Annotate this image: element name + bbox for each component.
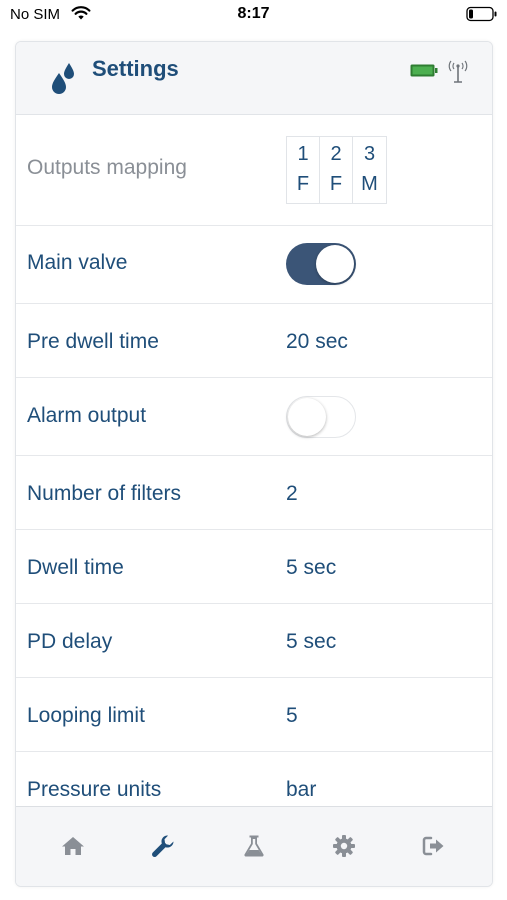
row-value: 2 [286,482,298,505]
tab-bar [16,806,492,886]
logout-icon [422,836,444,856]
outputs-mapping-grid: 1F 2F 3M [286,136,387,204]
flask-icon [244,835,264,857]
tab-home[interactable] [60,833,86,859]
row-dwell-time[interactable]: Dwell time 5 sec [16,530,492,604]
tab-lab[interactable] [241,833,267,859]
battery-low-icon [466,6,497,22]
home-icon [62,837,84,855]
row-label: Pre dwell time [27,330,159,353]
row-pressure-units[interactable]: Pressure units bar [16,752,492,806]
tab-settings-tools[interactable] [150,833,176,859]
settings-list[interactable]: Outputs mapping 1F 2F 3M Main valve Pre … [16,116,492,806]
header: Settings [16,42,492,115]
row-label: Outputs mapping [27,156,187,179]
row-value: 5 sec [286,630,337,653]
status-bar: No SIM 8:17 [0,0,507,30]
row-value: bar [286,778,317,801]
row-label: PD delay [27,630,113,653]
mapping-cell: 1F [287,137,320,203]
row-label: Pressure units [27,778,162,801]
row-label: Dwell time [27,556,124,579]
row-alarm-output: Alarm output [16,378,492,456]
row-outputs-mapping: Outputs mapping 1F 2F 3M [16,116,492,226]
main-valve-toggle[interactable] [286,243,356,285]
status-time: 8:17 [237,5,270,22]
mapping-cell: 3M [361,143,378,195]
wrench-icon [152,835,174,857]
toggle-knob [316,245,354,283]
tab-configuration[interactable] [331,833,357,859]
row-value: 5 [286,704,298,727]
row-label: Alarm output [27,404,147,427]
row-main-valve: Main valve [16,226,492,304]
row-pre-dwell-time[interactable]: Pre dwell time 20 sec [16,304,492,378]
mapping-cell: 2F [320,137,353,203]
tab-logout[interactable] [421,833,447,859]
page-title: Settings [92,56,179,81]
row-number-of-filters[interactable]: Number of filters 2 [16,456,492,530]
row-value: 5 sec [286,556,337,579]
row-label: Main valve [27,251,128,274]
row-value: 20 sec [286,330,348,353]
battery-full-icon [410,64,438,77]
row-looping-limit[interactable]: Looping limit 5 [16,678,492,752]
row-pd-delay[interactable]: PD delay 5 sec [16,604,492,678]
toggle-knob [288,398,326,436]
antenna-icon [448,60,468,83]
water-drops-icon [52,63,74,94]
gear-icon [333,835,355,857]
settings-card: Settings Outputs mapping 1F 2F 3 M Main … [15,41,493,887]
row-label: Looping limit [27,704,145,727]
row-label: Number of filters [27,482,182,505]
alarm-output-toggle[interactable] [286,396,356,438]
